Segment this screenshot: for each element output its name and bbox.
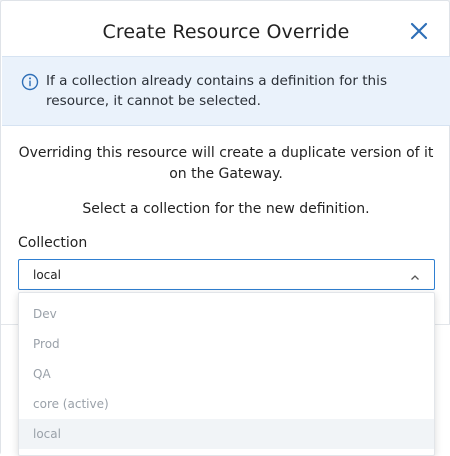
override-description: Overriding this resource will create a d… [18, 145, 434, 182]
option-label: QA [33, 367, 51, 381]
option-label: core (active) [33, 397, 109, 411]
option-label: Prod [33, 337, 60, 351]
option-qa: QA [19, 359, 434, 389]
chevron-up-icon [410, 271, 420, 280]
option-local[interactable]: local [19, 419, 434, 449]
collection-selected-value: local [33, 267, 61, 282]
option-prod: Prod [19, 329, 434, 359]
collection-label: Collection [18, 235, 88, 251]
option-core-active: core (active) [19, 389, 434, 419]
select-instruction: Select a collection for the new definiti… [82, 201, 370, 217]
close-icon[interactable] [408, 20, 430, 42]
create-resource-override-dialog: Create Resource Override If a collection… [0, 0, 450, 456]
info-banner-text: If a collection already contains a defin… [46, 73, 388, 109]
collection-dropdown-list: Dev Prod QA core (active) local [18, 292, 435, 456]
option-label: local [33, 427, 61, 441]
option-label: Dev [33, 307, 57, 321]
dialog-header: Create Resource Override [1, 7, 450, 56]
option-dev: Dev [19, 299, 434, 329]
collection-select[interactable]: local [18, 259, 435, 290]
info-icon [21, 73, 39, 91]
dialog-title: Create Resource Override [102, 20, 350, 43]
info-banner: If a collection already contains a defin… [2, 56, 450, 126]
